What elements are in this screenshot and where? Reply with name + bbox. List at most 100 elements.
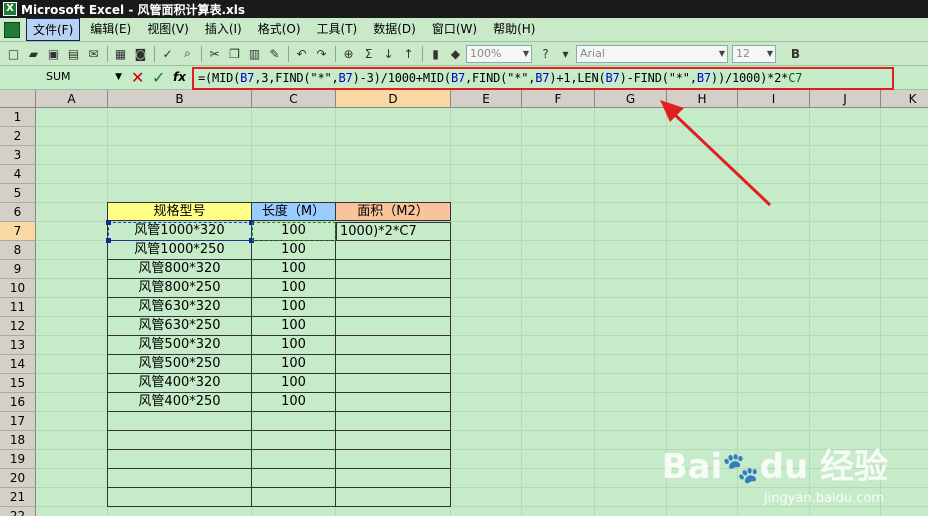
insert-function-icon[interactable]: fx [173,70,186,84]
length-cell[interactable]: 100 [252,222,336,241]
row-header[interactable]: 16 [0,393,36,412]
range-handle[interactable] [106,220,111,225]
font-size-select[interactable]: 12 ▼ [732,44,776,63]
spec-cell[interactable] [107,488,252,507]
undo-icon[interactable]: ↶ [292,45,311,63]
row-header[interactable]: 13 [0,336,36,355]
spec-cell[interactable] [107,431,252,450]
row-header[interactable]: 8 [0,241,36,260]
row-header[interactable]: 9 [0,260,36,279]
area-cell[interactable] [336,241,451,260]
area-cell[interactable] [336,355,451,374]
permission-icon[interactable]: ▤ [64,45,83,63]
sort-descending-icon[interactable]: ↑ [399,45,418,63]
email-icon[interactable]: ✉ [84,45,103,63]
row-header[interactable]: 15 [0,374,36,393]
spec-cell[interactable]: 风管1000*320 [107,222,252,241]
area-cell[interactable] [336,431,451,450]
workbook-icon[interactable] [4,21,20,38]
print-icon[interactable]: ▦ [111,45,130,63]
spec-cell[interactable]: 风管500*250 [107,355,252,374]
length-cell[interactable] [252,412,336,431]
spec-cell[interactable] [107,412,252,431]
area-cell[interactable] [336,336,451,355]
length-cell[interactable]: 100 [252,260,336,279]
formula-input[interactable]: =(MID(B7,3,FIND("*",B7)-3)/1000+MID(B7,F… [192,67,894,90]
range-handle[interactable] [249,238,254,243]
area-cell[interactable] [336,317,451,336]
hyperlink-icon[interactable]: ⊕ [339,45,358,63]
bold-button[interactable]: B [786,45,805,63]
column-header[interactable]: H [667,90,738,108]
length-cell[interactable]: 100 [252,279,336,298]
length-cell[interactable] [252,450,336,469]
help-icon[interactable]: ? [536,45,555,63]
header-cell-area[interactable]: 面积（M2） [336,202,451,221]
cut-icon[interactable]: ✂ [205,45,224,63]
menu-item[interactable]: 窗口(W) [426,18,483,41]
menu-item[interactable]: 视图(V) [141,18,195,41]
area-cell[interactable] [336,374,451,393]
spec-cell[interactable]: 风管1000*250 [107,241,252,260]
spec-cell[interactable]: 风管630*250 [107,317,252,336]
save-icon[interactable]: ▣ [44,45,63,63]
row-header[interactable]: 22 [0,507,36,516]
open-folder-icon[interactable]: ▰ [24,45,43,63]
row-header[interactable]: 12 [0,317,36,336]
menu-item[interactable]: 文件(F) [26,18,81,41]
menu-item[interactable]: 格式(O) [252,18,307,41]
area-cell[interactable] [336,469,451,488]
spec-cell[interactable]: 风管400*320 [107,374,252,393]
column-header[interactable]: B [108,90,252,108]
length-cell[interactable]: 100 [252,393,336,412]
drawing-icon[interactable]: ◆ [446,45,465,63]
column-header[interactable]: G [595,90,667,108]
length-cell[interactable]: 100 [252,355,336,374]
row-header[interactable]: 21 [0,488,36,507]
spec-cell[interactable] [107,469,252,488]
row-header[interactable]: 14 [0,355,36,374]
range-handle[interactable] [249,220,254,225]
enter-icon[interactable]: ✓ [152,68,165,87]
header-cell-spec[interactable]: 规格型号 [107,202,252,221]
spec-cell[interactable]: 风管800*320 [107,260,252,279]
length-cell[interactable] [252,469,336,488]
chart-wizard-icon[interactable]: ▮ [426,45,445,63]
menu-item[interactable]: 数据(D) [367,18,422,41]
area-cell[interactable] [336,450,451,469]
row-header[interactable]: 10 [0,279,36,298]
area-cell[interactable] [336,279,451,298]
length-cell[interactable] [252,488,336,507]
row-header[interactable]: 2 [0,127,36,146]
autosum-icon[interactable]: Σ [359,45,378,63]
area-cell[interactable] [336,393,451,412]
column-header[interactable]: E [451,90,522,108]
length-cell[interactable]: 100 [252,336,336,355]
column-header[interactable]: J [810,90,881,108]
column-header[interactable]: K [881,90,928,108]
paste-icon[interactable]: ▥ [245,45,264,63]
row-header[interactable]: 20 [0,469,36,488]
area-cell[interactable] [336,298,451,317]
menu-item[interactable]: 编辑(E) [84,18,137,41]
select-all-corner[interactable] [0,90,36,108]
row-header[interactable]: 19 [0,450,36,469]
spec-cell[interactable] [107,450,252,469]
row-header[interactable]: 17 [0,412,36,431]
area-cell[interactable] [336,488,451,507]
column-header[interactable]: D [336,90,451,108]
toolbar-options-icon[interactable]: ▾ [556,45,575,63]
column-header[interactable]: I [738,90,810,108]
menu-item[interactable]: 工具(T) [311,18,364,41]
cancel-icon[interactable]: ✕ [131,68,144,87]
length-cell[interactable]: 100 [252,241,336,260]
row-header[interactable]: 11 [0,298,36,317]
zoom-select[interactable]: 100% ▼ [466,44,532,63]
length-cell[interactable]: 100 [252,317,336,336]
row-header[interactable]: 7 [0,222,36,241]
area-cell-editing[interactable]: 1000)*2*C7 [336,222,451,241]
menu-item[interactable]: 帮助(H) [487,18,541,41]
menu-item[interactable]: 插入(I) [199,18,248,41]
sort-ascending-icon[interactable]: ↓ [379,45,398,63]
print-preview-icon[interactable]: ◙ [131,45,150,63]
